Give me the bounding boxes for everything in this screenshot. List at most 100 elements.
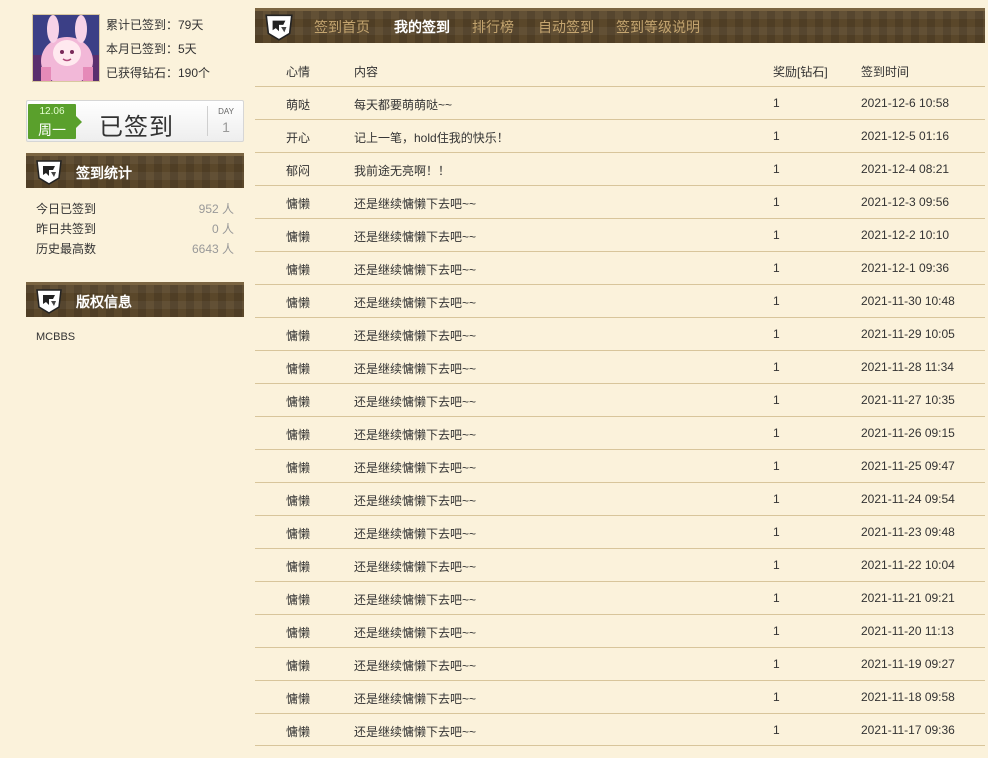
stat-value: 0 人 [211, 222, 234, 236]
tab-checkin-home[interactable]: 签到首页 [314, 17, 370, 37]
table-row: 萌哒 每天都要萌萌哒~~ 1 2021-12-6 10:58 [255, 86, 985, 119]
content-cell: 还是继续慵懒下去吧~~ [354, 692, 477, 706]
time-cell: 2021-11-18 09:58 [861, 690, 955, 704]
reward-cell: 1 [773, 228, 780, 242]
table-row: 慵懒 还是继续慵懒下去吧~~ 1 2021-11-24 09:54 [255, 482, 985, 515]
time-cell: 2021-12-3 09:56 [861, 195, 950, 209]
creeper-shield-icon [36, 160, 62, 185]
checkin-history-table: 萌哒 每天都要萌萌哒~~ 1 2021-12-6 10:58 开心 记上一笔，hold住我… [255, 86, 985, 746]
reward-cell: 1 [773, 591, 780, 605]
tab-level-info[interactable]: 签到等级说明 [616, 17, 700, 37]
mood-cell: 慵懒 [286, 296, 311, 310]
mood-cell: 慵懒 [286, 197, 311, 211]
content-cell: 记上一笔，hold住我的快乐！ [354, 131, 509, 145]
time-cell: 2021-11-25 09:47 [861, 459, 955, 473]
tab-my-checkin[interactable]: 我的签到 [394, 17, 450, 37]
mood-cell: 慵懒 [286, 626, 311, 640]
content-cell: 还是继续慵懒下去吧~~ [354, 659, 477, 673]
header-time: 签到时间 [861, 65, 910, 79]
content-cell: 我前途无亮啊！！ [354, 164, 451, 178]
content-cell: 还是继续慵懒下去吧~~ [354, 527, 477, 541]
creeper-shield-icon [36, 289, 62, 314]
reward-cell: 1 [773, 690, 780, 704]
content-cell: 还是继续慵懒下去吧~~ [354, 428, 477, 442]
content-cell: 还是继续慵懒下去吧~~ [354, 560, 477, 574]
time-cell: 2021-11-27 10:35 [861, 393, 955, 407]
mood-cell: 慵懒 [286, 593, 311, 607]
header-content: 内容 [354, 65, 379, 79]
time-cell: 2021-11-19 09:27 [861, 657, 955, 671]
content-cell: 还是继续慵懒下去吧~~ [354, 593, 477, 607]
table-row: 慵懒 还是继续慵懒下去吧~~ 1 2021-11-20 11:13 [255, 614, 985, 647]
reward-cell: 1 [773, 261, 780, 275]
stats-panel-title: 签到统计 [76, 165, 132, 181]
time-cell: 2021-12-1 09:36 [861, 261, 950, 275]
reward-cell: 1 [773, 624, 780, 638]
mood-cell: 慵懒 [286, 329, 311, 343]
mood-cell: 慵懒 [286, 494, 311, 508]
table-row: 慵懒 还是继续慵懒下去吧~~ 1 2021-11-27 10:35 [255, 383, 985, 416]
reward-cell: 1 [773, 195, 780, 209]
table-row: 慵懒 还是继续慵懒下去吧~~ 1 2021-12-2 10:10 [255, 218, 985, 251]
date-badge: 12.06 周一 [28, 104, 82, 139]
time-cell: 2021-11-22 10:04 [861, 558, 955, 572]
stat-label: 今日已签到 [36, 202, 97, 216]
reward-cell: 1 [773, 657, 780, 671]
mood-cell: 慵懒 [286, 362, 311, 376]
content-cell: 还是继续慵懒下去吧~~ [354, 329, 477, 343]
table-row: 慵懒 还是继续慵懒下去吧~~ 1 2021-11-17 09:36 [255, 713, 985, 746]
checkin-status-text: 已签到 [99, 114, 174, 141]
table-row: 慵懒 还是继续慵懒下去吧~~ 1 2021-11-30 10:48 [255, 284, 985, 317]
mood-cell: 慵懒 [286, 263, 311, 277]
reward-cell: 1 [773, 162, 780, 176]
avatar-image [33, 15, 99, 81]
mood-cell: 慵懒 [286, 560, 311, 574]
copyright-panel-header: 版权信息 [26, 282, 244, 317]
table-row: 慵懒 还是继续慵懒下去吧~~ 1 2021-12-3 09:56 [255, 185, 985, 218]
time-cell: 2021-11-20 11:13 [861, 624, 954, 638]
reward-cell: 1 [773, 558, 780, 572]
mood-cell: 慵懒 [286, 527, 311, 541]
day-divider [207, 106, 208, 136]
reward-cell: 1 [773, 525, 780, 539]
time-cell: 2021-11-17 09:36 [861, 723, 955, 737]
table-row: 慵懒 还是继续慵懒下去吧~~ 1 2021-11-29 10:05 [255, 317, 985, 350]
table-row: 慵懒 还是继续慵懒下去吧~~ 1 2021-11-21 09:21 [255, 581, 985, 614]
stat-value: 6643 人 [191, 242, 234, 256]
content-cell: 还是继续慵懒下去吧~~ [354, 197, 477, 211]
reward-cell: 1 [773, 426, 780, 440]
mood-cell: 开心 [286, 131, 311, 145]
stats-panel-header: 签到统计 [26, 153, 244, 188]
header-reward: 奖励[钻石] [773, 65, 828, 79]
mood-cell: 慵懒 [286, 659, 311, 673]
mood-cell: 慵懒 [286, 692, 311, 706]
avatar[interactable] [32, 14, 100, 82]
copyright-panel-title: 版权信息 [76, 294, 132, 310]
stat-value: 952 人 [198, 202, 234, 216]
table-row: 慵懒 还是继续慵懒下去吧~~ 1 2021-11-23 09:48 [255, 515, 985, 548]
time-cell: 2021-11-29 10:05 [861, 327, 955, 341]
mood-cell: 萌哒 [286, 98, 311, 112]
header-mood: 心情 [286, 65, 311, 79]
table-row: 慵懒 还是继续慵懒下去吧~~ 1 2021-11-22 10:04 [255, 548, 985, 581]
content-cell: 还是继续慵懒下去吧~~ [354, 725, 477, 739]
stat-row-yesterday: 昨日共签到 0 人 [36, 219, 234, 239]
table-row: 郁闷 我前途无亮啊！！ 1 2021-12-4 08:21 [255, 152, 985, 185]
tab-auto-checkin[interactable]: 自动签到 [538, 17, 594, 37]
tab-leaderboard[interactable]: 排行榜 [472, 17, 514, 37]
table-row: 慵懒 还是继续慵懒下去吧~~ 1 2021-11-26 09:15 [255, 416, 985, 449]
copyright-text: MCBBS [36, 331, 76, 343]
mood-cell: 郁闷 [286, 164, 311, 178]
user-profile: 累计已签到：79天 本月已签到：5天 已获得钻石：190个 [32, 14, 244, 84]
reward-cell: 1 [773, 723, 780, 737]
checkin-weekday: 周一 [38, 122, 66, 138]
day-count: 1 [222, 119, 230, 135]
checkin-status-box[interactable]: 12.06 周一 已签到 DAY 1 [26, 100, 244, 142]
time-cell: 2021-11-21 09:21 [861, 591, 955, 605]
reward-cell: 1 [773, 294, 780, 308]
content-cell: 还是继续慵懒下去吧~~ [354, 296, 477, 310]
content-cell: 还是继续慵懒下去吧~~ [354, 362, 477, 376]
main-content: 签到首页 我的签到 排行榜 自动签到 签到等级说明 心情 内容 奖励[钻石] 签… [255, 0, 985, 758]
reward-cell: 1 [773, 96, 780, 110]
table-row: 慵懒 还是继续慵懒下去吧~~ 1 2021-11-28 11:34 [255, 350, 985, 383]
